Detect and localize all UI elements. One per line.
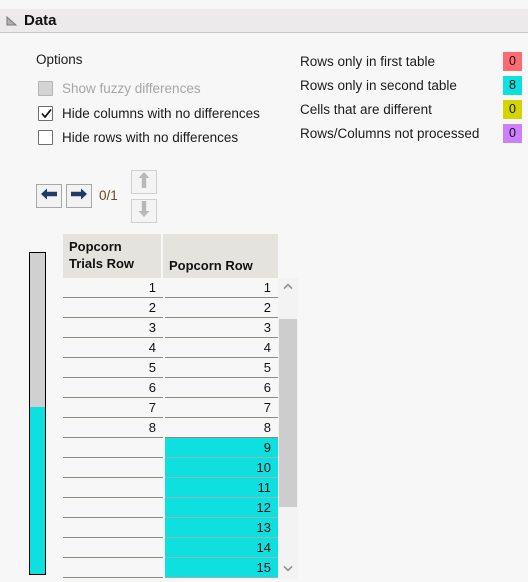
arrow-down-icon <box>137 200 151 223</box>
table-cell-popcorn-trials-row[interactable] <box>63 518 163 538</box>
row-overview-strip-fill <box>30 407 45 574</box>
table-cell-popcorn-trials-row[interactable]: 7 <box>63 398 163 418</box>
scrollbar-track[interactable] <box>278 298 298 559</box>
legend-label: Rows only in second table <box>300 77 457 93</box>
legend-label: Rows only in first table <box>300 53 436 69</box>
previous-difference-button[interactable] <box>36 184 62 208</box>
status-badge: 0 <box>503 99 522 119</box>
difference-legend: Rows only in first table 0 Rows only in … <box>300 51 522 143</box>
checkbox-hide-columns-with-no-differences[interactable]: Hide columns with no differences <box>38 104 260 122</box>
checkbox-box[interactable] <box>38 80 53 96</box>
checkbox-hide-rows-with-no-differences[interactable]: Hide rows with no differences <box>38 128 238 146</box>
table-cell-popcorn-row[interactable]: 8 <box>165 418 278 438</box>
table-cell-popcorn-row[interactable]: 5 <box>165 358 278 378</box>
arrow-up-icon <box>137 171 151 194</box>
table-cell-popcorn-trials-row[interactable]: 8 <box>63 418 163 438</box>
table-cell-popcorn-trials-row[interactable] <box>63 458 163 478</box>
table-row[interactable]: 10 <box>63 458 278 478</box>
table-row[interactable]: 55 <box>63 358 278 378</box>
table-row[interactable]: 11 <box>63 478 278 498</box>
table-cell-popcorn-row[interactable]: 14 <box>165 538 278 558</box>
table-row[interactable]: 13 <box>63 518 278 538</box>
table-row[interactable]: 88 <box>63 418 278 438</box>
legend-row-rows-only-in-second-table: Rows only in second table 8 <box>300 75 522 95</box>
table-cell-popcorn-trials-row[interactable]: 1 <box>63 278 163 298</box>
table-row[interactable]: 77 <box>63 398 278 418</box>
triangle-collapse-icon[interactable] <box>0 9 22 33</box>
table-cell-popcorn-row[interactable]: 13 <box>165 518 278 538</box>
table-row[interactable]: 44 <box>63 338 278 358</box>
table-row[interactable]: 14 <box>63 538 278 558</box>
table-cell-popcorn-row[interactable]: 1 <box>165 278 278 298</box>
column-header-popcorn-row[interactable]: Popcorn Row <box>163 234 278 278</box>
table-row[interactable]: 33 <box>63 318 278 338</box>
table-cell-popcorn-row[interactable]: 7 <box>165 398 278 418</box>
next-difference-button[interactable] <box>66 184 92 208</box>
difference-counter: 0/1 <box>99 188 118 203</box>
comparison-table: Popcorn Trials Row Popcorn Row 112233445… <box>29 234 304 579</box>
table-row[interactable]: 9 <box>63 438 278 458</box>
scrollbar-thumb[interactable] <box>279 318 297 507</box>
table-cell-popcorn-trials-row[interactable]: 2 <box>63 298 163 318</box>
scroll-up-button[interactable] <box>131 170 157 194</box>
table-cell-popcorn-row[interactable]: 10 <box>165 458 278 478</box>
table-cell-popcorn-row[interactable]: 4 <box>165 338 278 358</box>
status-badge: 8 <box>503 75 522 95</box>
checkmark-icon <box>40 107 53 120</box>
panel-title-bar: Data <box>0 9 528 33</box>
table-vertical-scrollbar[interactable] <box>278 278 298 579</box>
chevron-up-icon <box>282 279 294 297</box>
scrollbar-up-button[interactable] <box>278 278 298 298</box>
page-title: Data <box>24 11 57 29</box>
arrow-right-icon <box>70 187 88 206</box>
arrow-left-icon <box>40 187 58 206</box>
status-badge: 0 <box>503 123 522 143</box>
table-cell-popcorn-trials-row[interactable] <box>63 438 163 458</box>
table-row[interactable]: 22 <box>63 298 278 318</box>
scroll-down-button[interactable] <box>131 199 157 223</box>
checkbox-box[interactable] <box>38 129 53 145</box>
row-overview-strip[interactable] <box>29 252 46 575</box>
table-cell-popcorn-trials-row[interactable] <box>63 558 163 578</box>
table-cell-popcorn-trials-row[interactable] <box>63 498 163 518</box>
legend-row-cells-that-are-different: Cells that are different 0 <box>300 99 522 119</box>
data-comparison-panel: Data Options Show fuzzy differences Hide… <box>0 0 528 582</box>
legend-row-rows-only-in-first-table: Rows only in first table 0 <box>300 51 522 71</box>
scrollbar-down-button[interactable] <box>278 559 298 579</box>
status-badge: 0 <box>503 51 522 71</box>
table-row[interactable]: 11 <box>63 278 278 298</box>
table-row[interactable]: 12 <box>63 498 278 518</box>
table-cell-popcorn-trials-row[interactable] <box>63 478 163 498</box>
difference-navigation: 0/1 <box>36 184 118 208</box>
table-cell-popcorn-row[interactable]: 12 <box>165 498 278 518</box>
table-row[interactable]: 66 <box>63 378 278 398</box>
table-cell-popcorn-row[interactable]: 11 <box>165 478 278 498</box>
table-cell-popcorn-trials-row[interactable] <box>63 538 163 558</box>
checkbox-show-fuzzy-differences[interactable]: Show fuzzy differences <box>38 79 201 97</box>
legend-row-rows-columns-not-processed: Rows/Columns not processed 0 <box>300 123 522 143</box>
legend-label: Rows/Columns not processed <box>300 125 480 141</box>
table-cell-popcorn-trials-row[interactable]: 6 <box>63 378 163 398</box>
table-cell-popcorn-row[interactable]: 9 <box>165 438 278 458</box>
checkbox-label: Show fuzzy differences <box>62 80 201 96</box>
chevron-down-icon <box>282 560 294 578</box>
table-cell-popcorn-row[interactable]: 3 <box>165 318 278 338</box>
checkbox-box[interactable] <box>38 105 53 121</box>
vertical-navigation <box>131 170 157 228</box>
table-cell-popcorn-trials-row[interactable]: 3 <box>63 318 163 338</box>
legend-label: Cells that are different <box>300 101 432 117</box>
options-heading: Options <box>36 52 83 67</box>
checkbox-label: Hide rows with no differences <box>62 129 239 145</box>
column-header-popcorn-trials-row[interactable]: Popcorn Trials Row <box>63 234 163 278</box>
table-cell-popcorn-trials-row[interactable]: 4 <box>63 338 163 358</box>
table-row[interactable]: 15 <box>63 558 278 578</box>
table-cell-popcorn-row[interactable]: 2 <box>165 298 278 318</box>
table-cell-popcorn-row[interactable]: 15 <box>165 558 278 578</box>
table-cell-popcorn-row[interactable]: 6 <box>165 378 278 398</box>
table-body[interactable]: 1 1 2 2 3 3 4 4 5 5 6 6 7 7 8 8 9 10 11 12 13 14 15 <box>63 278 278 579</box>
table-header-row: Popcorn Trials Row Popcorn Row <box>63 234 278 278</box>
checkbox-label: Hide columns with no differences <box>62 105 260 121</box>
table-cell-popcorn-trials-row[interactable]: 5 <box>63 358 163 378</box>
